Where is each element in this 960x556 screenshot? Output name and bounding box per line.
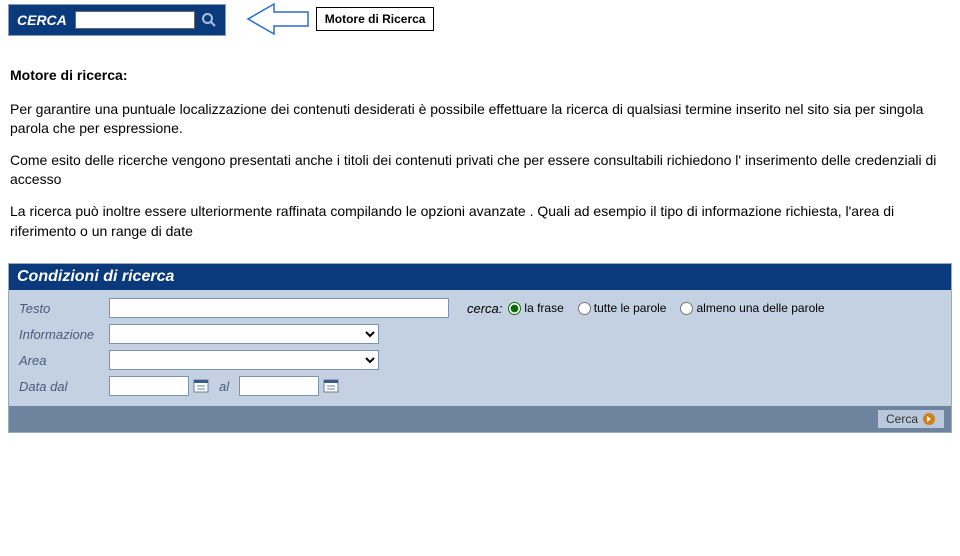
paragraph-2: Come esito delle ricerche vengono presen… — [10, 151, 950, 190]
row-data: Data dal al — [19, 376, 941, 396]
calendar-icon[interactable] — [193, 378, 209, 394]
row-informazione: Informazione — [19, 324, 941, 344]
calendar-icon[interactable] — [323, 378, 339, 394]
row-testo: Testo cerca: la frase tutte le parole al… — [19, 298, 941, 318]
cerca-button[interactable]: Cerca — [877, 409, 945, 429]
testo-input[interactable] — [109, 298, 449, 318]
body-text: Motore di ricerca: Per garantire una pun… — [10, 66, 950, 241]
label-testo: Testo — [19, 301, 109, 316]
callout-label: Motore di Ricerca — [316, 7, 435, 31]
go-arrow-icon — [922, 412, 936, 426]
panel-title: Condizioni di ricerca — [9, 264, 951, 290]
radio-group: la frase tutte le parole almeno una dell… — [508, 301, 834, 315]
data-al-input[interactable] — [239, 376, 319, 396]
data-dal-input[interactable] — [109, 376, 189, 396]
label-cerca: cerca: — [467, 301, 502, 316]
label-informazione: Informazione — [19, 327, 109, 342]
panel-footer: Cerca — [9, 406, 951, 432]
search-panel: Condizioni di ricerca Testo cerca: la fr… — [8, 263, 952, 433]
search-input[interactable] — [75, 11, 195, 29]
section-heading: Motore di ricerca: — [10, 66, 950, 86]
search-bar: CERCA — [8, 4, 226, 36]
arrow-left-icon — [246, 2, 316, 36]
radio-almeno-una[interactable]: almeno una delle parole — [680, 301, 824, 315]
label-area: Area — [19, 353, 109, 368]
radio-almeno-input[interactable] — [680, 302, 693, 315]
paragraph-3: La ricerca può inoltre essere ulteriorme… — [10, 202, 950, 241]
cerca-button-label: Cerca — [886, 412, 918, 426]
informazione-select[interactable] — [109, 324, 379, 344]
radio-la-frase-input[interactable] — [508, 302, 521, 315]
radio-la-frase[interactable]: la frase — [508, 301, 563, 315]
label-data-dal: Data dal — [19, 379, 109, 394]
row-area: Area — [19, 350, 941, 370]
paragraph-1: Per garantire una puntuale localizzazion… — [10, 100, 950, 139]
search-bar-label: CERCA — [17, 12, 67, 28]
callout: Motore di Ricerca — [246, 2, 435, 36]
label-al: al — [219, 379, 229, 394]
search-icon[interactable] — [201, 12, 217, 28]
area-select[interactable] — [109, 350, 379, 370]
radio-tutte-input[interactable] — [578, 302, 591, 315]
radio-tutte-le-parole[interactable]: tutte le parole — [578, 301, 667, 315]
